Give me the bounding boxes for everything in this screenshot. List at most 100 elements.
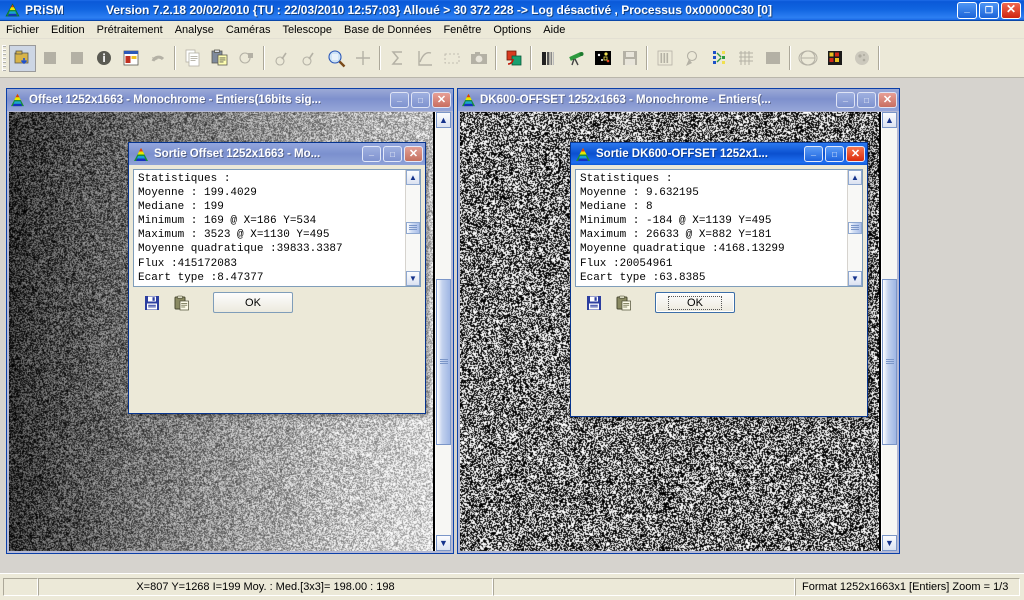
save-floppy-icon — [145, 295, 159, 310]
scroll-down-arrow-icon[interactable]: ▼ — [882, 535, 897, 551]
scroll-thumb[interactable] — [436, 278, 451, 446]
image-window-offset-maximize-button[interactable]: □ — [411, 92, 430, 108]
toolbar-button-star-field[interactable] — [589, 45, 616, 72]
scroll-up-arrow-icon[interactable]: ▲ — [436, 112, 451, 128]
toolbar-button-point-select-alt — [295, 45, 322, 72]
dialog-sortie-offset-close-button[interactable]: ✕ — [404, 146, 423, 162]
close-label: ✕ — [850, 147, 861, 160]
scroll-up-arrow-icon[interactable]: ▲ — [882, 112, 897, 128]
scroll-thumb[interactable] — [848, 221, 862, 234]
dialog-sortie-offset-maximize-button[interactable]: □ — [383, 146, 402, 162]
scroll-down-arrow-icon[interactable]: ▼ — [406, 271, 420, 286]
menu-item-analyse[interactable]: Analyse — [169, 22, 220, 38]
point-select-icon — [274, 52, 287, 66]
toolbar-button-info[interactable] — [90, 45, 117, 72]
scroll-track[interactable] — [436, 128, 451, 535]
image-window-offset-titlebar[interactable]: Offset 1252x1663 - Monochrome - Entiers(… — [7, 89, 453, 111]
maximize-label: □ — [418, 95, 423, 105]
dialog-sortie-offset-ok-label: OK — [245, 296, 261, 309]
image-window-dk600-close-button[interactable]: ✕ — [878, 92, 897, 108]
dialog-sortie-offset[interactable]: Sortie Offset 1252x1663 - Mo... _ □ ✕ St… — [128, 142, 426, 414]
status-format-info-text: Format 1252x1663x1 [Entiers] Zoom = 1/3 — [802, 581, 1009, 593]
image-offset-vertical-scrollbar[interactable]: ▲ ▼ — [435, 112, 451, 551]
close-label: ✕ — [408, 147, 419, 160]
menu-item-base-de-donn-es[interactable]: Base de Données — [338, 22, 437, 38]
scroll-down-arrow-icon[interactable]: ▼ — [848, 271, 862, 286]
dialog-sortie-offset-save-button[interactable] — [141, 293, 163, 313]
dialog-sortie-offset-titlebar[interactable]: Sortie Offset 1252x1663 - Mo... _ □ ✕ — [129, 143, 425, 165]
dialog-sortie-dk600-scrollbar[interactable]: ▲ ▼ — [847, 170, 862, 286]
toolbar-button-color-palette[interactable] — [821, 45, 848, 72]
dialog-sortie-offset-ok-button[interactable]: OK — [213, 292, 293, 313]
dialog-sortie-dk600-titlebar[interactable]: Sortie DK600-OFFSET 1252x1... _ □ ✕ — [571, 143, 867, 165]
layers-icon — [506, 50, 521, 66]
clipboard-copy-icon — [616, 295, 631, 310]
image-window-dk600-titlebar[interactable]: DK600-OFFSET 1252x1663 - Monochrome - En… — [458, 89, 899, 111]
toolbar-button-paste-special[interactable] — [206, 45, 233, 72]
menu-item-fichier[interactable]: Fichier — [0, 22, 45, 38]
scroll-track[interactable] — [406, 185, 420, 271]
color-palette-icon — [827, 51, 842, 65]
toolbar-button-histogram — [651, 45, 678, 72]
zoom-search-icon — [327, 50, 345, 68]
toolbar-button-moon — [848, 45, 875, 72]
toolbar-button-open-image[interactable] — [9, 44, 36, 72]
toolbar-button-sum-sigma — [384, 45, 411, 72]
scroll-grip-icon — [885, 359, 894, 365]
dialog-sortie-dk600-copy-button[interactable] — [613, 293, 635, 313]
menu-item-telescope[interactable]: Telescope — [276, 22, 338, 38]
toolbar-separator — [646, 46, 648, 70]
scroll-down-arrow-icon[interactable]: ▼ — [436, 535, 451, 551]
image-window-dk600-maximize-button[interactable]: □ — [857, 92, 876, 108]
dialog-sortie-offset-copy-button[interactable] — [171, 293, 193, 313]
app-titlebar: PRiSM Version 7.2.18 20/02/2010 {TU : 22… — [0, 0, 1024, 21]
scroll-up-arrow-icon[interactable]: ▲ — [848, 170, 862, 185]
toolbar-grip[interactable] — [2, 45, 6, 71]
app-minimize-label: _ — [964, 2, 970, 14]
dialog-sortie-offset-buttons: OK — [133, 287, 421, 319]
menu-item-fen-tre[interactable]: Fenêtre — [437, 22, 487, 38]
menu-item-cam-ras[interactable]: Caméras — [220, 22, 277, 38]
menu-item-options[interactable]: Options — [487, 22, 537, 38]
menu-item-edition[interactable]: Edition — [45, 22, 91, 38]
minimize-label: _ — [810, 147, 816, 157]
toolbar-button-astrometry — [678, 45, 705, 72]
dialog-sortie-dk600-minimize-button[interactable]: _ — [804, 146, 823, 162]
toolbar-button-telescope[interactable] — [562, 45, 589, 72]
dialog-sortie-offset-scrollbar[interactable]: ▲ ▼ — [405, 170, 420, 286]
app-close-button[interactable]: ✕ — [1001, 1, 1021, 19]
menu-item-pr-traitement[interactable]: Prétraitement — [91, 22, 169, 38]
toolbar-button-layers[interactable] — [500, 45, 527, 72]
toolbar-button-filter-bars[interactable] — [535, 45, 562, 72]
toolbar-button-zoom-search[interactable] — [322, 45, 349, 72]
star-field-icon — [594, 51, 611, 65]
telescope-icon — [568, 52, 583, 66]
image-window-offset-minimize-button[interactable]: _ — [390, 92, 409, 108]
toolbar-button-profile-curve — [411, 45, 438, 72]
image-window-offset-close-button[interactable]: ✕ — [432, 92, 451, 108]
toolbar-button-image-properties[interactable] — [117, 45, 144, 72]
dialog-sortie-dk600-maximize-button[interactable]: □ — [825, 146, 844, 162]
close-label: ✕ — [436, 93, 447, 106]
toolbar-button-undo — [144, 45, 171, 72]
toolbar-button-photometry[interactable] — [705, 45, 732, 72]
histogram-icon — [657, 50, 672, 66]
dialog-sortie-dk600-ok-button[interactable]: OK — [655, 292, 735, 313]
app-minimize-button[interactable]: _ — [957, 1, 977, 19]
dialog-sortie-dk600[interactable]: Sortie DK600-OFFSET 1252x1... _ □ ✕ Stat… — [570, 142, 868, 417]
fill-icon — [765, 52, 780, 64]
scroll-up-arrow-icon[interactable]: ▲ — [406, 170, 420, 185]
prism-logo-icon — [461, 93, 476, 107]
scroll-thumb[interactable] — [406, 221, 420, 234]
scroll-track[interactable] — [848, 185, 862, 271]
scroll-thumb[interactable] — [882, 278, 897, 446]
image-dk600-vertical-scrollbar[interactable]: ▲ ▼ — [881, 112, 897, 551]
toolbar-button-camera — [465, 45, 492, 72]
image-window-dk600-minimize-button[interactable]: _ — [836, 92, 855, 108]
scroll-track[interactable] — [882, 128, 897, 535]
app-restore-button[interactable]: ❐ — [979, 1, 999, 19]
dialog-sortie-offset-minimize-button[interactable]: _ — [362, 146, 381, 162]
dialog-sortie-dk600-save-button[interactable] — [583, 293, 605, 313]
dialog-sortie-dk600-close-button[interactable]: ✕ — [846, 146, 865, 162]
menu-item-aide[interactable]: Aide — [537, 22, 571, 38]
